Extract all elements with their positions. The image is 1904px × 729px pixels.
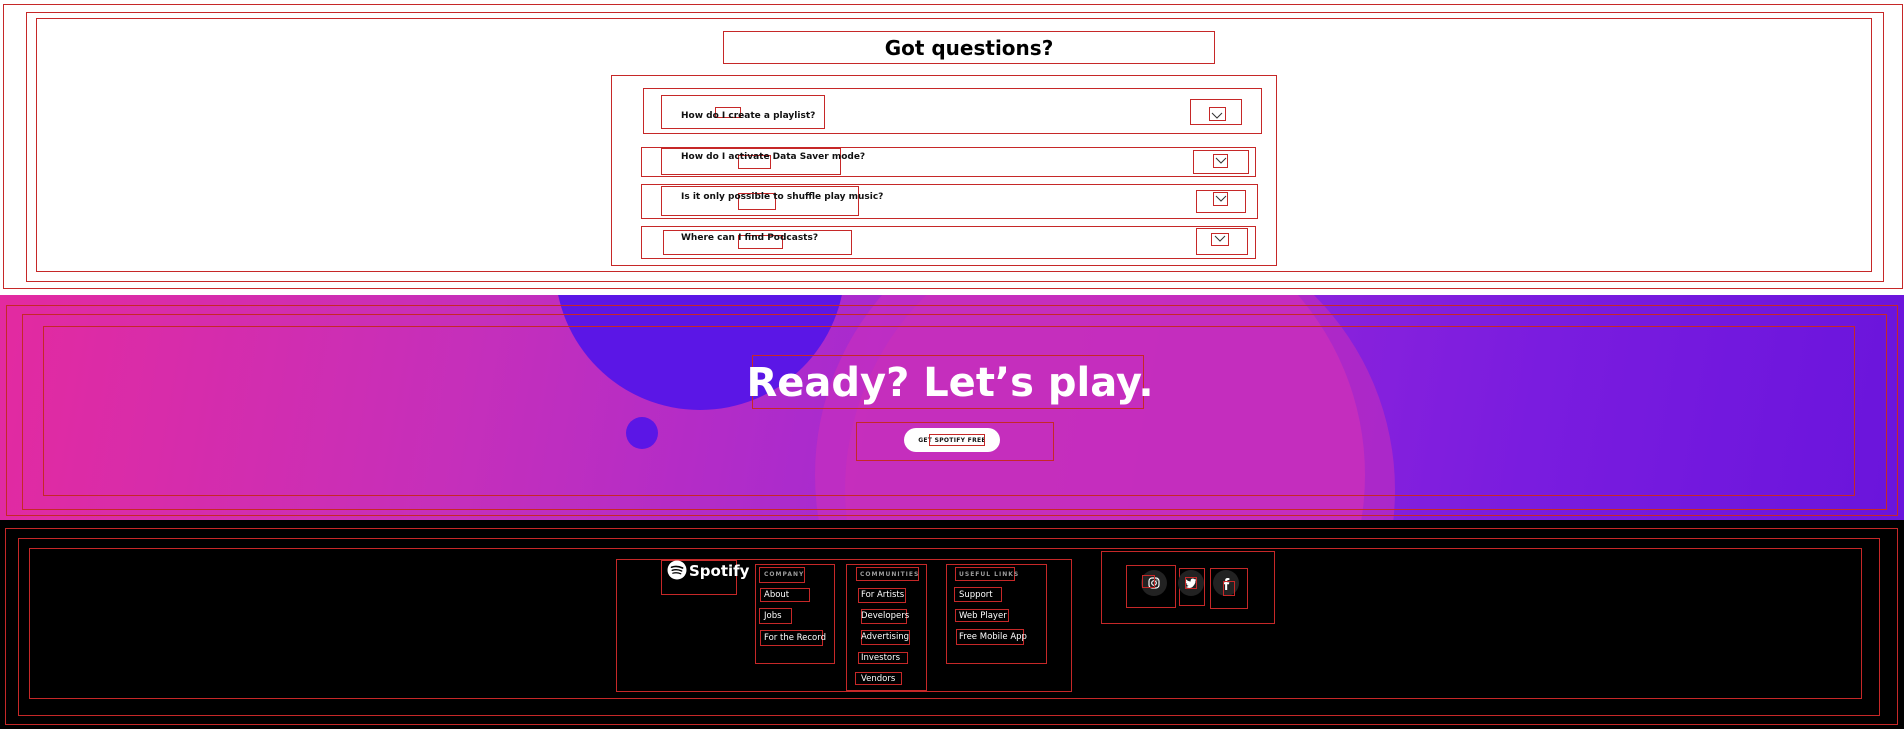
spotify-logo-icon [667, 560, 687, 580]
useful-links-heading: USEFUL LINKS [959, 571, 1020, 578]
faq-title: Got questions? [884, 35, 1054, 60]
footer-link-advertising[interactable]: Advertising [861, 632, 909, 642]
chevron-down-icon [1211, 112, 1223, 119]
cta-label-frame [929, 434, 985, 446]
hero-inner-frame [43, 326, 1855, 496]
footer-link-about[interactable]: About [764, 590, 789, 600]
spotify-wordmark: Spotify [689, 562, 750, 580]
faq-question-3: Is it only possible to shuffle play musi… [681, 192, 884, 202]
chevron-down-icon [1214, 235, 1226, 242]
social-icon-frame [1223, 581, 1235, 596]
faq-question-1: How do I create a playlist? [681, 111, 816, 121]
chevron-down-icon [1215, 157, 1227, 164]
spotify-logo[interactable]: Spotify [667, 560, 749, 584]
footer-link-for-artists[interactable]: For Artists [861, 590, 904, 600]
footer-link-support[interactable]: Support [959, 590, 993, 600]
footer-link-web-player[interactable]: Web Player [959, 611, 1007, 621]
footer-link-for-the-record[interactable]: For the Record [764, 633, 826, 643]
chevron-down-icon [1215, 195, 1227, 202]
faq-section: Got questions? How do I create a playlis… [0, 0, 1904, 295]
company-heading: COMPANY [764, 571, 805, 578]
cta-hero-section: Ready? Let’s play. GET SPOTIFY FREE [0, 295, 1904, 520]
social-icon-frame [1185, 577, 1197, 589]
footer-link-developers[interactable]: Developers [861, 611, 909, 621]
communities-heading: COMMUNITIES [860, 571, 920, 578]
footer-link-jobs[interactable]: Jobs [764, 611, 782, 621]
footer-link-vendors[interactable]: Vendors [861, 674, 895, 684]
hero-title: Ready? Let’s play. [746, 360, 1154, 406]
footer-link-investors[interactable]: Investors [861, 653, 900, 663]
footer-link-free-mobile-app[interactable]: Free Mobile App [959, 632, 1027, 642]
site-footer: Spotify COMPANY About Jobs For the Recor… [0, 520, 1904, 729]
faq-question-2: How do I activate Data Saver mode? [681, 152, 866, 162]
social-icon-frame [1142, 575, 1155, 588]
faq-question-4: Where can I find Podcasts? [681, 233, 819, 243]
